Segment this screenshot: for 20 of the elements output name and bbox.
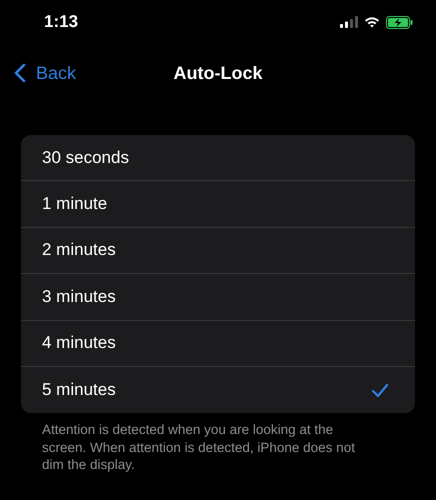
option-row[interactable]: 4 minutes bbox=[21, 320, 415, 367]
wifi-icon bbox=[364, 16, 380, 28]
page-title: Auto-Lock bbox=[174, 62, 262, 84]
option-label: 3 minutes bbox=[42, 286, 116, 307]
option-label: 30 seconds bbox=[42, 148, 129, 168]
footer-note: Attention is detected when you are looking at the screen. When attention is detected, iPhone does not dim the display. bbox=[42, 421, 356, 474]
option-row[interactable]: 5 minutes bbox=[21, 366, 415, 414]
option-row[interactable]: 2 minutes bbox=[21, 228, 415, 274]
checkmark-icon bbox=[371, 382, 389, 398]
option-label: 4 minutes bbox=[42, 333, 116, 354]
option-label: 2 minutes bbox=[42, 240, 116, 260]
signal-icon bbox=[340, 16, 358, 28]
option-row[interactable]: 3 minutes bbox=[21, 274, 415, 321]
back-button[interactable]: Back bbox=[14, 62, 76, 84]
option-row[interactable]: 1 minute bbox=[21, 181, 415, 228]
status-time: 1:13 bbox=[44, 12, 78, 32]
option-row[interactable]: 30 seconds bbox=[21, 135, 415, 182]
chevron-icon bbox=[14, 63, 26, 83]
option-label: 1 minute bbox=[42, 194, 108, 214]
option-label: 5 minutes bbox=[42, 380, 116, 400]
